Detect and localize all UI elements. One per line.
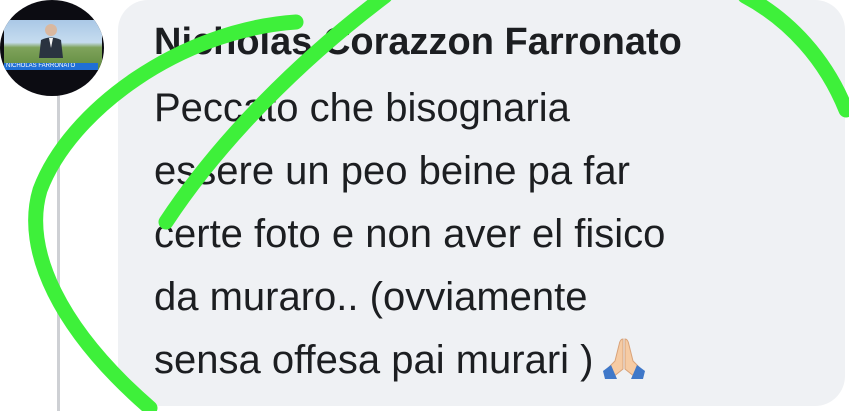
comment-line: Peccato che bisognaria — [154, 86, 570, 130]
avatar-person-figure — [39, 24, 63, 58]
comment-text: Peccato che bisognaria essere un peo bei… — [154, 77, 834, 392]
comment-line: essere un peo beine pa far — [154, 149, 630, 193]
avatar[interactable]: NICHOLAS FARRONATO — [0, 0, 104, 96]
comment-author-name[interactable]: Nicholas Corazzon Farronato — [154, 20, 682, 64]
folded-hands-emoji-icon — [603, 338, 646, 379]
comment-line: da muraro.. (ovviamente — [154, 275, 588, 319]
avatar-caption: NICHOLAS FARRONATO — [4, 63, 98, 70]
comment-line-last: sensa offesa pai murari ) — [154, 329, 834, 392]
comment-line: certe foto e non aver el fisico — [154, 212, 666, 256]
reply-thread-line — [57, 95, 60, 411]
comment-line-text: sensa offesa pai murari ) — [154, 338, 594, 382]
